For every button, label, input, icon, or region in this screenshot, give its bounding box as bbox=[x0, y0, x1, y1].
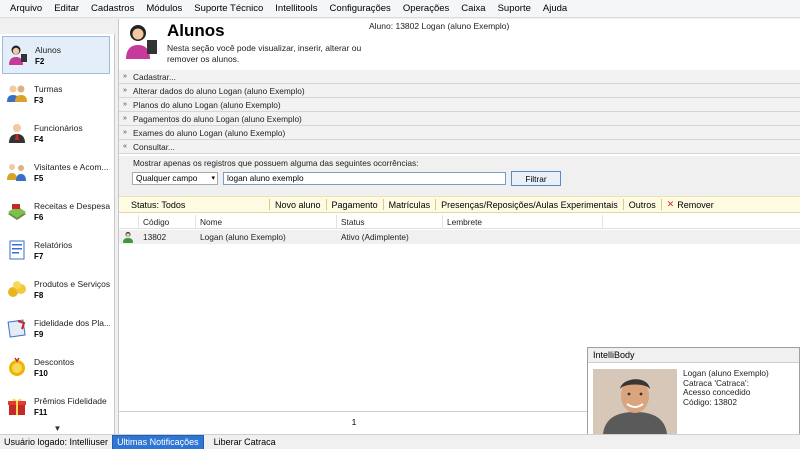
filter-search-input[interactable]: logan aluno exemplo bbox=[223, 172, 506, 185]
notifications-button[interactable]: Ultimas Notificações bbox=[112, 434, 204, 449]
popup-title: IntelliBody bbox=[588, 348, 799, 363]
page-header: Alunos Nesta seção você pode visualizar,… bbox=[119, 19, 800, 70]
enrollments-button[interactable]: Matrículas bbox=[384, 200, 436, 210]
cell-nome: Logan (aluno Exemplo) bbox=[200, 232, 286, 242]
sidebar-item-turmas[interactable]: Turmas F3 bbox=[2, 75, 110, 113]
status-bar: Usuário logado: Intelliuser Ultimas Noti… bbox=[0, 434, 800, 449]
close-icon: ✕ bbox=[666, 199, 675, 209]
chevron-down-icon: ▼ bbox=[53, 423, 62, 433]
sidebar-item-produtos[interactable]: Produtos e Serviços F8 bbox=[2, 270, 110, 308]
page-description: Nesta seção você pode visualizar, inseri… bbox=[167, 43, 362, 64]
sidebar-item-visitantes[interactable]: Visitantes e Acom... F5 bbox=[2, 153, 110, 191]
chevron-down-icon: ▾ bbox=[211, 175, 215, 182]
finance-icon bbox=[6, 200, 28, 222]
column-header-nome[interactable]: Nome bbox=[196, 215, 337, 229]
cell-status: Ativo (Adimplente) bbox=[341, 232, 409, 242]
loyalty-icon bbox=[6, 317, 28, 339]
discount-icon bbox=[6, 356, 28, 378]
chevron-down-icon: » bbox=[123, 87, 127, 94]
menu-modulos[interactable]: Módulos bbox=[140, 0, 188, 18]
pager: 1 bbox=[119, 411, 589, 432]
filter-area: Mostrar apenas os registros que possuem … bbox=[119, 156, 800, 196]
table-row[interactable]: 13802 Logan (aluno Exemplo) Ativo (Adimp… bbox=[119, 230, 800, 244]
filter-label: Mostrar apenas os registros que possuem … bbox=[133, 158, 419, 168]
sidebar-item-premios[interactable]: Prêmios Fidelidade F11 bbox=[2, 387, 110, 425]
sidebar-scroll-down[interactable]: ▼ bbox=[0, 422, 114, 434]
new-student-button[interactable]: Novo aluno bbox=[270, 200, 326, 210]
report-icon bbox=[6, 239, 28, 261]
chevron-down-icon: » bbox=[123, 101, 127, 108]
column-header-codigo[interactable]: Código bbox=[139, 215, 196, 229]
visitors-icon bbox=[6, 161, 28, 183]
filter-field-select[interactable]: Qualquer campo ▾ bbox=[132, 172, 218, 185]
products-icon bbox=[6, 278, 28, 300]
sidebar-item-fidelidade[interactable]: Fidelidade dos Pla... F9 bbox=[2, 309, 110, 347]
student-icon bbox=[7, 44, 29, 66]
sidebar-item-descontos[interactable]: Descontos F10 bbox=[2, 348, 110, 386]
section-alterar-dados[interactable]: » Alterar dados do aluno Logan (aluno Exe… bbox=[119, 84, 800, 98]
chevron-down-icon: » bbox=[123, 73, 127, 80]
menu-operacoes[interactable]: Operações bbox=[397, 0, 455, 18]
others-button[interactable]: Outros bbox=[624, 200, 661, 210]
status-filter[interactable]: Status: Todos bbox=[119, 200, 269, 210]
filter-button[interactable]: Filtrar bbox=[511, 171, 561, 186]
payment-button[interactable]: Pagamento bbox=[327, 200, 383, 210]
popup-details: Logan (aluno Exemplo) Catraca 'Catraca':… bbox=[683, 368, 769, 407]
section-exames[interactable]: » Exames do aluno Logan (aluno Exemplo) bbox=[119, 126, 800, 140]
cell-lembrete bbox=[443, 230, 447, 244]
sidebar: Alunos F2 Turmas F3 Funcionários F4 Visitan… bbox=[0, 34, 115, 434]
menu-caixa[interactable]: Caixa bbox=[455, 0, 491, 18]
page-number[interactable]: 1 bbox=[352, 417, 357, 427]
section-planos[interactable]: » Planos do aluno Logan (aluno Exemplo) bbox=[119, 98, 800, 112]
menu-arquivo[interactable]: Arquivo bbox=[4, 0, 48, 18]
group-icon bbox=[6, 83, 28, 105]
access-notification-popup[interactable]: IntelliBody Logan (aluno Exemplo) Catrac… bbox=[587, 347, 800, 439]
section-pagamentos[interactable]: » Pagamentos do aluno Logan (aluno Exempl… bbox=[119, 112, 800, 126]
cell-codigo: 13802 bbox=[143, 232, 167, 242]
chevron-down-icon: » bbox=[123, 129, 127, 136]
menu-bar: Arquivo Editar Cadastros Módulos Suporte… bbox=[0, 0, 800, 18]
student-row-icon bbox=[122, 230, 138, 244]
sidebar-item-funcionarios[interactable]: Funcionários F4 bbox=[2, 114, 110, 152]
menu-cadastros[interactable]: Cadastros bbox=[85, 0, 140, 18]
menu-editar[interactable]: Editar bbox=[48, 0, 85, 18]
sidebar-item-relatorios[interactable]: Relatórios F7 bbox=[2, 231, 110, 269]
sidebar-item-alunos[interactable]: Alunos F2 bbox=[2, 36, 110, 74]
column-header-lembrete[interactable]: Lembrete bbox=[443, 215, 603, 229]
menu-intellitools[interactable]: Intellitools bbox=[269, 0, 323, 18]
release-turnstile-button[interactable]: Liberar Catraca bbox=[210, 436, 280, 449]
gift-icon bbox=[6, 395, 28, 417]
section-cadastrar[interactable]: » Cadastrar... bbox=[119, 70, 800, 84]
chevron-down-icon: » bbox=[123, 115, 127, 122]
menu-suporte-tecnico[interactable]: Suporte Técnico bbox=[188, 0, 269, 18]
section-consultar[interactable]: «Consultar... bbox=[119, 140, 800, 154]
student-icon bbox=[123, 22, 161, 60]
student-info: Aluno: 13802 Logan (aluno Exemplo) bbox=[369, 21, 510, 31]
table-header: Código Nome Status Lembrete bbox=[119, 215, 800, 229]
remove-button[interactable]: ✕ Remover bbox=[662, 199, 719, 210]
logged-user: Usuário logado: Intelliuser bbox=[4, 436, 109, 447]
student-photo bbox=[593, 369, 677, 434]
page-title: Alunos bbox=[167, 21, 225, 40]
column-header-status[interactable]: Status bbox=[337, 215, 443, 229]
employee-icon bbox=[6, 122, 28, 144]
action-toolbar: Status: Todos Novo aluno Pagamento Matrí… bbox=[119, 196, 800, 213]
column-header-icon bbox=[119, 215, 139, 229]
menu-suporte[interactable]: Suporte bbox=[492, 0, 537, 18]
sidebar-item-receitas[interactable]: Receitas e Despesas F6 bbox=[2, 192, 110, 230]
attendance-button[interactable]: Presenças/Reposições/Aulas Experimentais bbox=[436, 200, 623, 210]
popup-student-code: Código: 13802 bbox=[683, 396, 737, 407]
chevron-up-icon: « bbox=[123, 143, 127, 150]
menu-ajuda[interactable]: Ajuda bbox=[537, 0, 573, 18]
menu-configuracoes[interactable]: Configurações bbox=[324, 0, 397, 18]
